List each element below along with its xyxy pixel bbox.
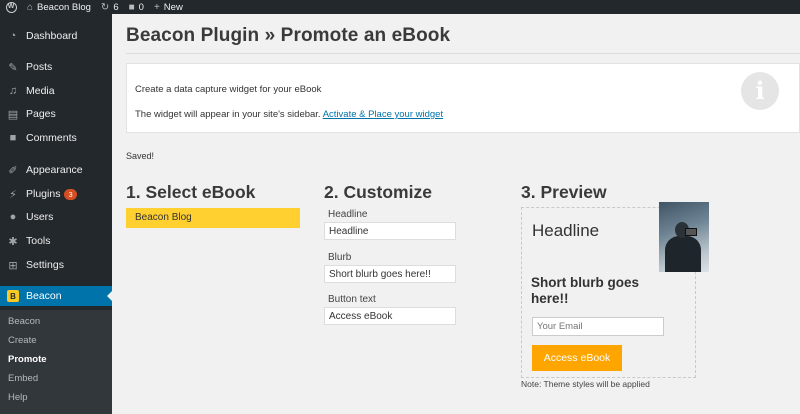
plug-icon: ⚡ [9,188,17,201]
comment-icon: ■ [9,132,17,144]
info-notice: Create a data capture widget for your eB… [126,63,800,133]
preview-access-button[interactable]: Access eBook [532,345,622,371]
wordpress-icon: W [5,1,17,13]
saved-message: Saved! [126,151,155,161]
sidebar-item-pages[interactable]: ▤ Pages [0,104,112,124]
submenu-item-help[interactable]: Help [8,392,28,403]
settings-icon: ⊞ [8,259,18,272]
new-label: New [163,1,183,13]
pin-icon: ✎ [8,61,18,74]
refresh-icon: ↻ [100,1,110,13]
sidebar-item-dashboard[interactable]: ◔ Dashboard [0,26,112,46]
sidebar-item-label: Comments [26,132,77,144]
title-divider [126,53,800,54]
preview-email-input[interactable] [532,317,664,336]
sidebar-item-label: Appearance [26,164,83,176]
updates-count: 6 [113,1,119,13]
comment-icon: ■ [128,1,135,13]
blurb-label: Blurb [328,252,352,263]
admin-bar: W ⌂ Beacon Blog ↻ 6 ■ 0 + New [0,0,800,14]
sidebar-item-label: Pages [26,108,56,120]
sidebar-item-comments[interactable]: ■ Comments [0,128,112,148]
comments-count: 0 [138,1,144,13]
info-icon: i [741,72,779,110]
notice-text: Create a data capture widget for your eB… [135,84,322,95]
submenu-item-promote[interactable]: Promote [8,354,47,365]
sidebar-item-settings[interactable]: ⊞ Settings [0,255,112,275]
user-icon: ● [9,211,17,223]
wrench-icon: ✱ [8,235,18,248]
plus-icon: + [153,1,160,13]
headline-input[interactable] [324,222,456,240]
activate-widget-link[interactable]: Activate & Place your widget [323,109,443,120]
ebook-option-selected[interactable]: Beacon Blog [126,208,300,228]
sidebar-item-label: Posts [26,61,53,73]
beacon-submenu: Beacon Create Promote Embed Help [0,310,112,414]
preview-blurb: Short blurb goes here!! [531,275,639,306]
site-name: Beacon Blog [37,1,91,13]
sidebar-item-label: Media [26,85,55,97]
admin-sidebar: ◔ Dashboard ✎ Posts ♫ Media ▤ Pages ■ Co… [0,14,112,414]
ebook-cover-image [659,202,709,272]
brush-icon: ✐ [8,164,18,177]
sidebar-item-users[interactable]: ● Users [0,207,112,227]
select-ebook-heading: 1. Select eBook [126,182,256,202]
sidebar-item-appearance[interactable]: ✐ Appearance [0,160,112,180]
sidebar-item-label: Beacon [26,290,62,302]
sidebar-item-label: Tools [26,235,51,247]
sidebar-item-media[interactable]: ♫ Media [0,81,112,101]
dashboard-icon: ◔ [9,30,17,42]
sidebar-item-posts[interactable]: ✎ Posts [0,57,112,77]
preview-note: Note: Theme styles will be applied [521,379,650,389]
notice-text: The widget will appear in your site's si… [135,109,321,120]
site-name-link[interactable]: ⌂ Beacon Blog [22,0,96,14]
sidebar-item-label: Settings [26,259,64,271]
home-icon: ⌂ [27,1,34,13]
page-title: Beacon Plugin » Promote an eBook [126,25,451,46]
comments-link[interactable]: ■ 0 [124,0,149,14]
media-icon: ♫ [8,85,18,97]
headline-label: Headline [328,209,368,220]
sidebar-item-label: Users [26,211,54,223]
submenu-item-embed[interactable]: Embed [8,373,38,384]
sidebar-item-plugins[interactable]: ⚡ Plugins 3 [0,184,112,204]
sidebar-item-label: Plugins [26,188,61,200]
updates-link[interactable]: ↻ 6 [96,0,124,14]
customize-heading: 2. Customize [324,182,432,202]
sidebar-item-label: Dashboard [26,30,78,42]
button-text-input[interactable] [324,307,456,325]
submenu-item-create[interactable]: Create [8,335,37,346]
submenu-item-beacon[interactable]: Beacon [8,316,40,327]
button-text-label: Button text [328,294,376,305]
sidebar-item-tools[interactable]: ✱ Tools [0,231,112,251]
new-content-link[interactable]: + New [149,0,188,14]
active-menu-arrow [107,291,112,301]
pages-icon: ▤ [7,108,19,121]
beacon-icon: B [7,290,19,302]
preview-headline: Headline [532,221,600,240]
sidebar-item-beacon[interactable]: B Beacon [0,286,112,306]
preview-heading: 3. Preview [521,182,607,202]
blurb-input[interactable] [324,265,456,283]
plugins-update-badge: 3 [64,188,77,200]
wordpress-menu[interactable]: W [0,0,22,14]
